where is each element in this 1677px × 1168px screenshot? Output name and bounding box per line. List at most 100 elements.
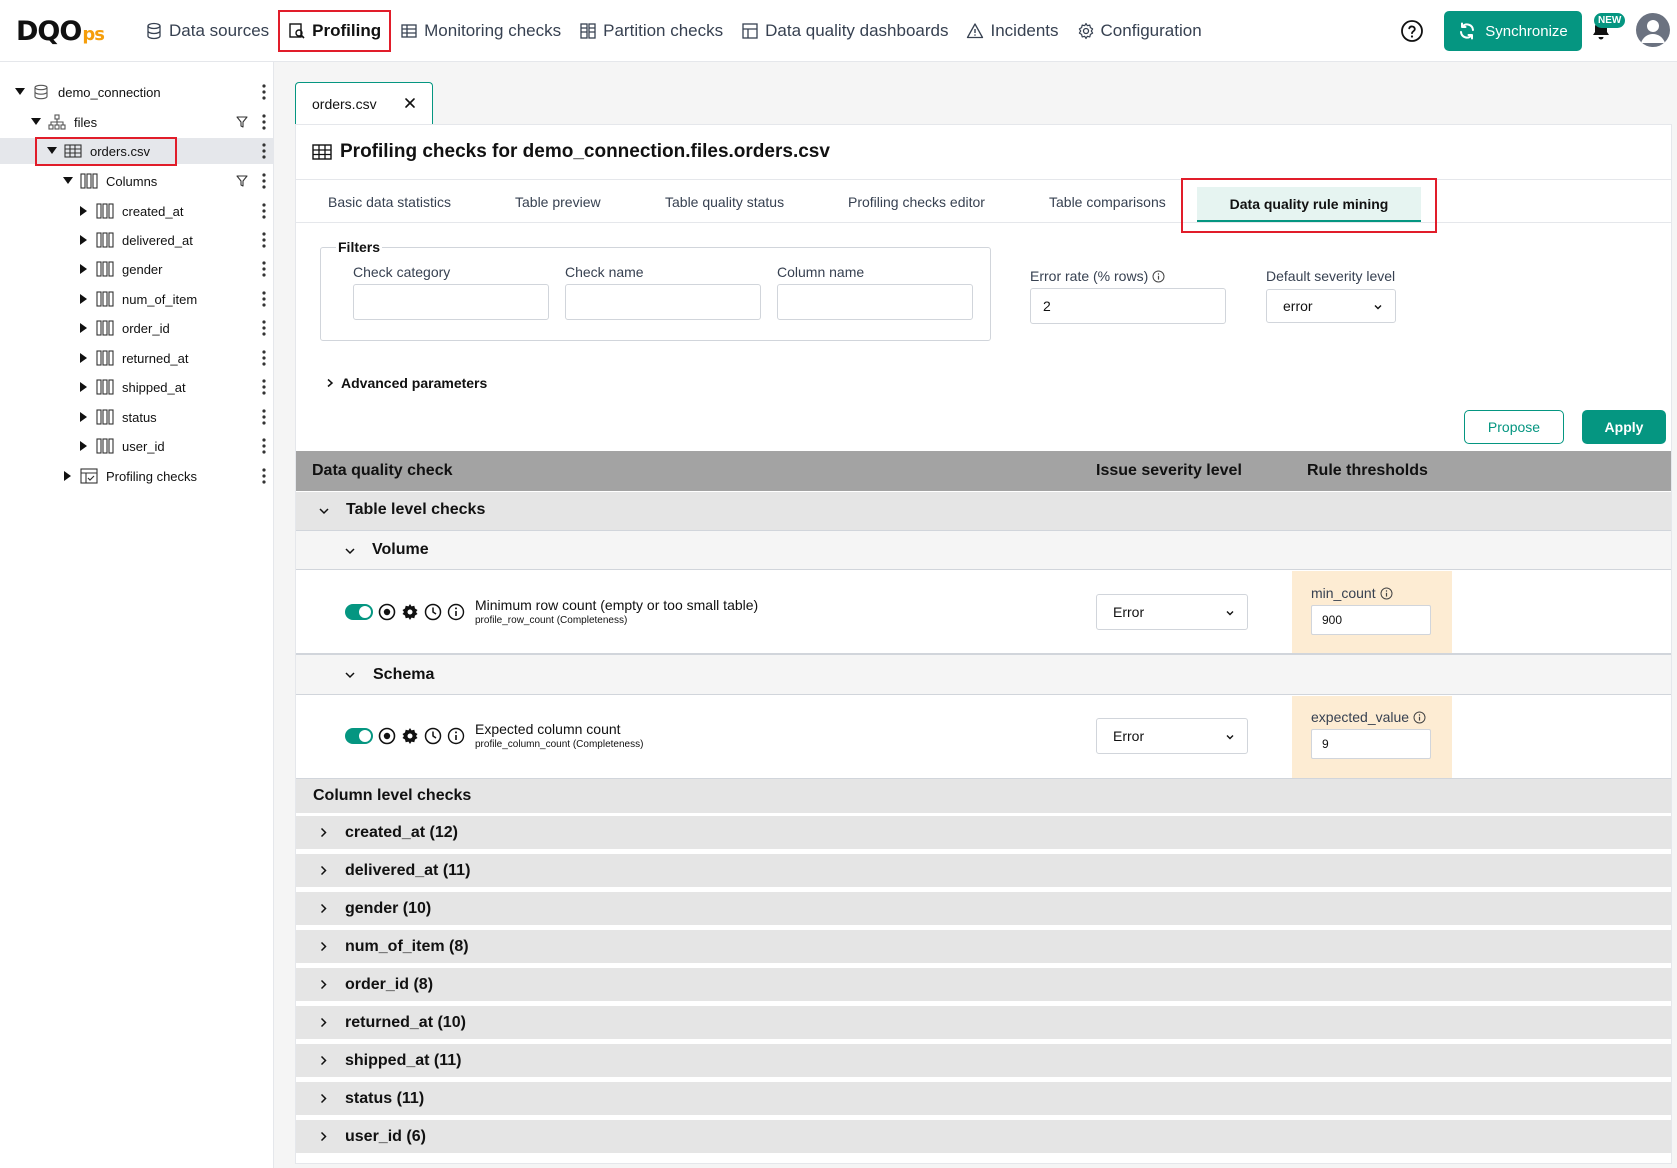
tab-table-preview[interactable]: Table preview <box>515 181 625 223</box>
table-level-checks-group[interactable]: Table level checks <box>296 492 1671 530</box>
more-vertical-icon[interactable] <box>262 261 266 277</box>
clock-icon[interactable] <box>424 603 442 621</box>
apply-button[interactable]: Apply <box>1582 410 1666 444</box>
more-vertical-icon[interactable] <box>262 409 266 425</box>
caret-down-icon[interactable] <box>30 116 42 128</box>
tree-item-columns[interactable]: Columns <box>0 168 274 194</box>
caret-down-icon[interactable] <box>46 145 58 157</box>
column-group-row[interactable]: order_id (8) <box>296 966 1671 1001</box>
nav-monitoring-checks[interactable]: Monitoring checks <box>391 10 570 52</box>
nav-incidents[interactable]: Incidents <box>957 10 1067 52</box>
check-row-min-row-count: Minimum row count (empty or too small ta… <box>296 570 1671 654</box>
severity-select[interactable]: Error <box>1096 594 1248 630</box>
more-vertical-icon[interactable] <box>262 203 266 219</box>
tree-item-column[interactable]: gender <box>0 256 274 282</box>
more-vertical-icon[interactable] <box>262 291 266 307</box>
caret-right-icon[interactable] <box>78 381 90 393</box>
record-icon[interactable] <box>378 727 396 745</box>
caret-right-icon[interactable] <box>78 411 90 423</box>
caret-down-icon[interactable] <box>14 86 26 98</box>
check-name-input[interactable] <box>565 284 761 320</box>
more-vertical-icon[interactable] <box>262 232 266 248</box>
close-icon[interactable] <box>404 97 416 109</box>
nav-data-quality-dashboards[interactable]: Data quality dashboards <box>732 10 957 52</box>
nav-partition-checks[interactable]: Partition checks <box>570 10 732 52</box>
tree-item-column[interactable]: created_at <box>0 198 274 224</box>
tree-item-column[interactable]: returned_at <box>0 345 274 371</box>
severity-select[interactable]: Error <box>1096 718 1248 754</box>
nav-data-sources[interactable]: Data sources <box>136 10 278 52</box>
tree-item-column[interactable]: shipped_at <box>0 374 274 400</box>
more-vertical-icon[interactable] <box>262 379 266 395</box>
column-group-row[interactable]: num_of_item (8) <box>296 928 1671 963</box>
caret-right-icon[interactable] <box>78 322 90 334</box>
more-vertical-icon[interactable] <box>262 114 266 130</box>
caret-right-icon[interactable] <box>62 470 74 482</box>
help-icon[interactable] <box>1400 19 1424 43</box>
info-icon[interactable] <box>447 603 465 621</box>
more-vertical-icon[interactable] <box>262 320 266 336</box>
more-vertical-icon[interactable] <box>262 143 266 159</box>
error-rate-input[interactable]: 2 <box>1030 288 1226 324</box>
avatar[interactable] <box>1636 13 1670 47</box>
column-group-row[interactable]: user_id (6) <box>296 1118 1671 1153</box>
dqops-logo[interactable]: DQO ps <box>16 16 105 47</box>
tree-item-column[interactable]: num_of_item <box>0 286 274 312</box>
tree-item-files[interactable]: files <box>0 109 274 135</box>
synchronize-button[interactable]: Synchronize <box>1444 11 1582 51</box>
check-category-input[interactable] <box>353 284 549 320</box>
column-group-row[interactable]: gender (10) <box>296 890 1671 925</box>
tree-item-profiling-checks[interactable]: Profiling checks <box>0 463 274 489</box>
info-icon[interactable] <box>1413 711 1426 724</box>
record-icon[interactable] <box>378 603 396 621</box>
caret-right-icon[interactable] <box>78 352 90 364</box>
column-name-input[interactable] <box>777 284 973 320</box>
info-icon[interactable] <box>1380 587 1393 600</box>
default-severity-select[interactable]: error <box>1266 289 1396 323</box>
filter-icon[interactable] <box>236 175 248 187</box>
filter-icon[interactable] <box>236 116 248 128</box>
more-vertical-icon[interactable] <box>262 438 266 454</box>
threshold-input[interactable]: 900 <box>1311 605 1431 635</box>
caret-right-icon[interactable] <box>78 440 90 452</box>
more-vertical-icon[interactable] <box>262 173 266 189</box>
check-enabled-toggle[interactable] <box>345 604 373 620</box>
caret-right-icon[interactable] <box>78 234 90 246</box>
column-group-row[interactable]: status (11) <box>296 1080 1671 1115</box>
tree-item-orders-csv[interactable]: orders.csv <box>0 138 274 164</box>
tab-table-comparisons[interactable]: Table comparisons <box>1049 181 1189 223</box>
clock-icon[interactable] <box>424 727 442 745</box>
more-vertical-icon[interactable] <box>262 84 266 100</box>
gear-icon[interactable] <box>401 727 419 745</box>
advanced-parameters-toggle[interactable]: Advanced parameters <box>325 374 487 392</box>
check-enabled-toggle[interactable] <box>345 728 373 744</box>
caret-down-icon[interactable] <box>62 175 74 187</box>
propose-button[interactable]: Propose <box>1464 410 1564 444</box>
tab-table-quality-status[interactable]: Table quality status <box>665 181 805 223</box>
column-group-row[interactable]: returned_at (10) <box>296 1004 1671 1039</box>
threshold-input[interactable]: 9 <box>1311 729 1431 759</box>
column-group-row[interactable]: delivered_at (11) <box>296 852 1671 887</box>
nav-configuration[interactable]: Configuration <box>1068 10 1211 52</box>
tree-item-column[interactable]: order_id <box>0 315 274 341</box>
tree-item-demo-connection[interactable]: demo_connection <box>0 79 274 105</box>
tab-basic-data-statistics[interactable]: Basic data statistics <box>328 181 468 223</box>
caret-right-icon[interactable] <box>78 263 90 275</box>
info-icon[interactable] <box>447 727 465 745</box>
caret-right-icon[interactable] <box>78 205 90 217</box>
volume-category-row[interactable]: Volume <box>296 530 1671 570</box>
column-group-row[interactable]: shipped_at (11) <box>296 1042 1671 1077</box>
more-vertical-icon[interactable] <box>262 468 266 484</box>
info-icon[interactable] <box>1152 270 1165 283</box>
tab-orders-csv[interactable]: orders.csv <box>295 82 433 124</box>
tree-item-column[interactable]: status <box>0 404 274 430</box>
tree-item-column[interactable]: delivered_at <box>0 227 274 253</box>
caret-right-icon[interactable] <box>78 293 90 305</box>
more-vertical-icon[interactable] <box>262 350 266 366</box>
nav-profiling[interactable]: Profiling <box>278 10 392 52</box>
schema-category-row[interactable]: Schema <box>296 654 1671 695</box>
gear-icon[interactable] <box>401 603 419 621</box>
tab-profiling-checks-editor[interactable]: Profiling checks editor <box>848 181 1008 223</box>
column-group-row[interactable]: created_at (12) <box>296 814 1671 849</box>
tree-item-column[interactable]: user_id <box>0 433 274 459</box>
